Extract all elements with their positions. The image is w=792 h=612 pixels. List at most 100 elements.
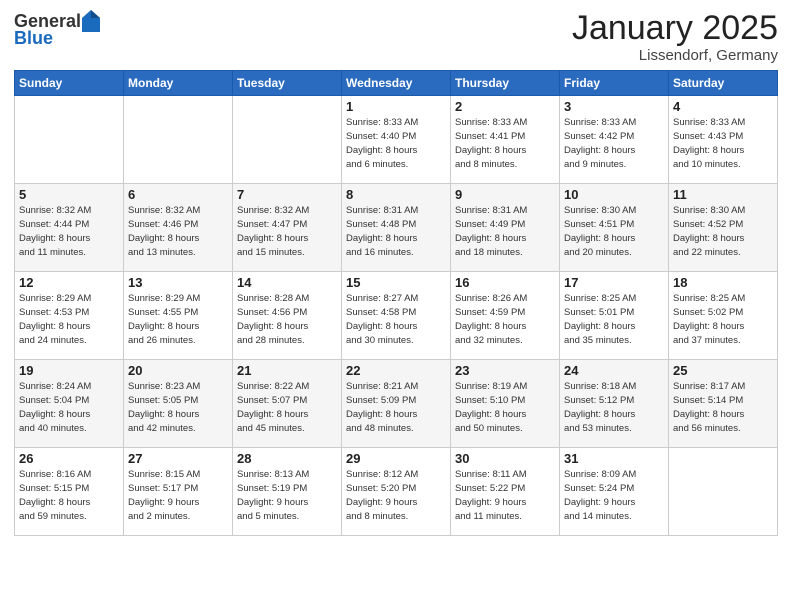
table-cell: 17Sunrise: 8:25 AM Sunset: 5:01 PM Dayli…: [560, 272, 669, 360]
title-block: January 2025 Lissendorf, Germany: [572, 10, 778, 64]
day-info: Sunrise: 8:17 AM Sunset: 5:14 PM Dayligh…: [673, 380, 773, 435]
table-cell: 28 Sunrise: 8:13 AM Sunset: 5:19 PM Dayli…: [233, 448, 342, 536]
week-row-2: 5 Sunrise: 8:32 AM Sunset: 4:44 PM Daylig…: [15, 184, 778, 272]
table-cell: 2 Sunrise: 8:33 AM Sunset: 4:41 PM Daylig…: [451, 96, 560, 184]
day-info: Sunrise: 8:31 AM Sunset: 4:48 PM Dayligh…: [346, 204, 446, 259]
calendar-table: Sunday Monday Tuesday Wednesday Thursday…: [14, 70, 778, 536]
day-number: 7: [237, 187, 337, 202]
day-info: Sunrise: 8:16 AM Sunset: 5:15 PM Dayligh…: [19, 468, 119, 523]
day-number: 23: [455, 363, 555, 378]
day-number: 25: [673, 363, 773, 378]
header-thursday: Thursday: [451, 71, 560, 96]
day-number: 26: [19, 451, 119, 466]
table-cell: 7 Sunrise: 8:32 AM Sunset: 4:47 PM Daylig…: [233, 184, 342, 272]
table-cell: 15Sunrise: 8:27 AM Sunset: 4:58 PM Dayli…: [342, 272, 451, 360]
day-number: 13: [128, 275, 228, 290]
table-cell: 21 Sunrise: 8:22 AM Sunset: 5:07 PM Dayli…: [233, 360, 342, 448]
weekday-header-row: Sunday Monday Tuesday Wednesday Thursday…: [15, 71, 778, 96]
header-monday: Monday: [124, 71, 233, 96]
day-number: 20: [128, 363, 228, 378]
day-info: Sunrise: 8:29 AM Sunset: 4:53 PM Dayligh…: [19, 292, 119, 347]
header-saturday: Saturday: [669, 71, 778, 96]
table-cell: [669, 448, 778, 536]
day-info: Sunrise: 8:33 AM Sunset: 4:40 PM Dayligh…: [346, 116, 446, 171]
table-cell: 22 Sunrise: 8:21 AM Sunset: 5:09 PM Dayli…: [342, 360, 451, 448]
day-info: Sunrise: 8:11 AM Sunset: 5:22 PM Dayligh…: [455, 468, 555, 523]
day-number: 14: [237, 275, 337, 290]
week-row-5: 26 Sunrise: 8:16 AM Sunset: 5:15 PM Dayli…: [15, 448, 778, 536]
day-number: 12: [19, 275, 119, 290]
day-number: 3: [564, 99, 664, 114]
logo-icon: [82, 10, 100, 32]
table-cell: [124, 96, 233, 184]
week-row-1: 1Sunrise: 8:33 AM Sunset: 4:40 PM Daylig…: [15, 96, 778, 184]
location-title: Lissendorf, Germany: [572, 47, 778, 64]
table-cell: 27 Sunrise: 8:15 AM Sunset: 5:17 PM Dayli…: [124, 448, 233, 536]
day-number: 21: [237, 363, 337, 378]
table-cell: 12 Sunrise: 8:29 AM Sunset: 4:53 PM Dayli…: [15, 272, 124, 360]
day-number: 18: [673, 275, 773, 290]
week-row-4: 19Sunrise: 8:24 AM Sunset: 5:04 PM Dayli…: [15, 360, 778, 448]
table-cell: 23Sunrise: 8:19 AM Sunset: 5:10 PM Dayli…: [451, 360, 560, 448]
table-cell: 11Sunrise: 8:30 AM Sunset: 4:52 PM Dayli…: [669, 184, 778, 272]
month-title: January 2025: [572, 10, 778, 47]
table-cell: 4Sunrise: 8:33 AM Sunset: 4:43 PM Daylig…: [669, 96, 778, 184]
table-cell: [233, 96, 342, 184]
day-info: Sunrise: 8:12 AM Sunset: 5:20 PM Dayligh…: [346, 468, 446, 523]
day-number: 4: [673, 99, 773, 114]
main-container: General Blue January 2025 Lissendorf, Ge…: [0, 0, 792, 542]
day-info: Sunrise: 8:22 AM Sunset: 5:07 PM Dayligh…: [237, 380, 337, 435]
table-cell: 20 Sunrise: 8:23 AM Sunset: 5:05 PM Dayli…: [124, 360, 233, 448]
day-info: Sunrise: 8:21 AM Sunset: 5:09 PM Dayligh…: [346, 380, 446, 435]
day-info: Sunrise: 8:25 AM Sunset: 5:01 PM Dayligh…: [564, 292, 664, 347]
header-friday: Friday: [560, 71, 669, 96]
day-info: Sunrise: 8:28 AM Sunset: 4:56 PM Dayligh…: [237, 292, 337, 347]
day-number: 16: [455, 275, 555, 290]
day-number: 22: [346, 363, 446, 378]
day-info: Sunrise: 8:29 AM Sunset: 4:55 PM Dayligh…: [128, 292, 228, 347]
day-number: 15: [346, 275, 446, 290]
day-number: 30: [455, 451, 555, 466]
day-info: Sunrise: 8:23 AM Sunset: 5:05 PM Dayligh…: [128, 380, 228, 435]
table-cell: 24 Sunrise: 8:18 AM Sunset: 5:12 PM Dayli…: [560, 360, 669, 448]
header-row: General Blue January 2025 Lissendorf, Ge…: [14, 10, 778, 64]
day-number: 28: [237, 451, 337, 466]
table-cell: 10 Sunrise: 8:30 AM Sunset: 4:51 PM Dayli…: [560, 184, 669, 272]
table-cell: 6Sunrise: 8:32 AM Sunset: 4:46 PM Daylig…: [124, 184, 233, 272]
week-row-3: 12 Sunrise: 8:29 AM Sunset: 4:53 PM Dayli…: [15, 272, 778, 360]
table-cell: 19Sunrise: 8:24 AM Sunset: 5:04 PM Dayli…: [15, 360, 124, 448]
table-cell: 25 Sunrise: 8:17 AM Sunset: 5:14 PM Dayli…: [669, 360, 778, 448]
table-cell: 16 Sunrise: 8:26 AM Sunset: 4:59 PM Dayli…: [451, 272, 560, 360]
day-number: 5: [19, 187, 119, 202]
day-number: 27: [128, 451, 228, 466]
day-number: 24: [564, 363, 664, 378]
table-cell: 29 Sunrise: 8:12 AM Sunset: 5:20 PM Dayli…: [342, 448, 451, 536]
day-number: 19: [19, 363, 119, 378]
day-info: Sunrise: 8:32 AM Sunset: 4:47 PM Dayligh…: [237, 204, 337, 259]
day-number: 29: [346, 451, 446, 466]
day-info: Sunrise: 8:25 AM Sunset: 5:02 PM Dayligh…: [673, 292, 773, 347]
day-info: Sunrise: 8:30 AM Sunset: 4:51 PM Dayligh…: [564, 204, 664, 259]
table-cell: 3Sunrise: 8:33 AM Sunset: 4:42 PM Daylig…: [560, 96, 669, 184]
table-cell: 31Sunrise: 8:09 AM Sunset: 5:24 PM Dayli…: [560, 448, 669, 536]
day-info: Sunrise: 8:32 AM Sunset: 4:44 PM Dayligh…: [19, 204, 119, 259]
day-number: 11: [673, 187, 773, 202]
day-number: 31: [564, 451, 664, 466]
table-cell: 9Sunrise: 8:31 AM Sunset: 4:49 PM Daylig…: [451, 184, 560, 272]
day-info: Sunrise: 8:33 AM Sunset: 4:41 PM Dayligh…: [455, 116, 555, 171]
table-cell: 13 Sunrise: 8:29 AM Sunset: 4:55 PM Dayli…: [124, 272, 233, 360]
logo: General Blue: [14, 10, 100, 49]
day-number: 10: [564, 187, 664, 202]
table-cell: [15, 96, 124, 184]
header-tuesday: Tuesday: [233, 71, 342, 96]
table-cell: 1Sunrise: 8:33 AM Sunset: 4:40 PM Daylig…: [342, 96, 451, 184]
header-sunday: Sunday: [15, 71, 124, 96]
day-info: Sunrise: 8:26 AM Sunset: 4:59 PM Dayligh…: [455, 292, 555, 347]
day-info: Sunrise: 8:13 AM Sunset: 5:19 PM Dayligh…: [237, 468, 337, 523]
header-wednesday: Wednesday: [342, 71, 451, 96]
day-info: Sunrise: 8:15 AM Sunset: 5:17 PM Dayligh…: [128, 468, 228, 523]
day-info: Sunrise: 8:18 AM Sunset: 5:12 PM Dayligh…: [564, 380, 664, 435]
day-number: 6: [128, 187, 228, 202]
table-cell: 26 Sunrise: 8:16 AM Sunset: 5:15 PM Dayli…: [15, 448, 124, 536]
day-number: 2: [455, 99, 555, 114]
